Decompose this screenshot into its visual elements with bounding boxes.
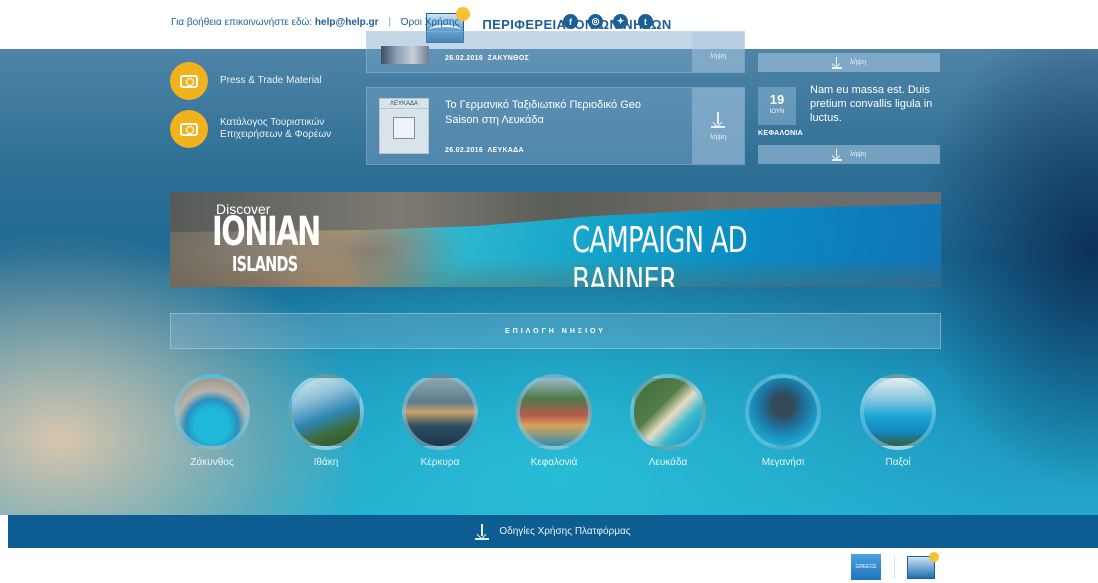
- facebook-icon[interactable]: f: [563, 14, 578, 29]
- download-label: λήψη: [849, 151, 867, 158]
- island-image: [745, 374, 821, 450]
- tourism-catalog-label: Κατάλογος Τουριστικών Επιχειρήσεων & Φορ…: [220, 117, 332, 140]
- island-meganisi[interactable]: Μεγανήσι: [743, 374, 823, 468]
- terms-link[interactable]: Όροι Χρήσης: [401, 17, 459, 28]
- event-date-badge: 19 ΙΟΥΝ: [758, 87, 796, 125]
- download-button[interactable]: λήψη: [692, 32, 744, 72]
- logo-sun: [929, 552, 939, 562]
- event-month: ΙΟΥΝ: [769, 109, 785, 115]
- island-name: Μεγανήσι: [761, 457, 805, 468]
- island-name: Ιθάκη: [313, 457, 339, 468]
- island-image: [174, 374, 250, 450]
- platform-guide-label: Οδηγίες Χρήσης Πλατφόρμας: [499, 526, 631, 537]
- news-thumbnail: [381, 46, 429, 64]
- island-select-bar: ΕΠΙΛΟΓΗ ΝΗΣΙΟΥ: [170, 313, 941, 349]
- news-place: ΛΕΥΚΑΔΑ: [487, 147, 524, 154]
- press-trade-label: Press & Trade Material: [220, 75, 322, 86]
- island-image: [516, 374, 592, 450]
- event-download-button[interactable]: λήψη: [758, 145, 940, 164]
- news-card[interactable]: ΛΕΥΚΑΔΑ Το Γερμανικό Ταξιδιωτικό Περιοδι…: [366, 87, 745, 165]
- news-date: 26.02.2016: [445, 147, 484, 154]
- download-icon: [831, 56, 842, 69]
- island-image: [288, 374, 364, 450]
- banner-ionian: IONIAN: [212, 209, 321, 255]
- news-card[interactable]: 26.02.2016 ΖΑΚΥΝΘΟΣ λήψη: [366, 31, 745, 73]
- island-ithaca[interactable]: Ιθάκη: [286, 374, 366, 468]
- download-label: λήψη: [709, 52, 727, 60]
- help-email-link[interactable]: help@help.gr: [315, 17, 379, 28]
- news-thumbnail: ΛΕΥΚΑΔΑ: [379, 98, 429, 154]
- banner-text: CAMPAIGN AD BANNER: [572, 220, 748, 287]
- platform-guide-bar[interactable]: Οδηγίες Χρήσης Πλατφόρμας: [8, 515, 1098, 548]
- social-links: f ◎ ✦ t: [563, 14, 653, 29]
- island-name: Παξοί: [885, 457, 911, 468]
- download-icon: [831, 148, 842, 161]
- island-zakynthos[interactable]: Ζάκυνθος: [172, 374, 252, 468]
- download-icon: [711, 111, 725, 128]
- download-label: λήψη: [849, 59, 867, 66]
- event-day: 19: [769, 92, 785, 107]
- news-meta: 26.02.2016 ΖΑΚΥΝΘΟΣ: [445, 55, 529, 62]
- tumblr-icon[interactable]: t: [638, 14, 653, 29]
- download-button[interactable]: λήψη: [692, 88, 744, 164]
- help-text: Για βοήθεια επικοινωνήστε εδώ:: [171, 17, 313, 28]
- thumbnail-label: ΛΕΥΚΑΔΑ: [380, 99, 428, 109]
- instagram-icon[interactable]: ◎: [588, 14, 603, 29]
- island-name: Λευκάδα: [648, 457, 688, 468]
- news-meta: 26.02.2016 ΛΕΥΚΑΔΑ: [445, 147, 524, 154]
- footer-help: Για βοήθεια επικοινωνήστε εδώ: help@help…: [171, 17, 459, 28]
- footer-divider: [894, 556, 895, 578]
- island-name: Κέρκυρα: [420, 457, 460, 468]
- camera-icon: [170, 110, 208, 148]
- tourism-catalog-link[interactable]: Κατάλογος Τουριστικών Επιχειρήσεων & Φορ…: [170, 110, 350, 148]
- island-corfu[interactable]: Κέρκυρα: [400, 374, 480, 468]
- greece-badge[interactable]: GREECE: [851, 554, 881, 580]
- island-kefalonia[interactable]: Κεφαλονιά: [514, 374, 594, 468]
- island-image: [630, 374, 706, 450]
- island-select-title: ΕΠΙΛΟΓΗ ΝΗΣΙΟΥ: [505, 327, 606, 335]
- island-name: Κεφαλονιά: [530, 457, 578, 468]
- twitter-icon[interactable]: ✦: [613, 14, 628, 29]
- page: ΠΕΡΙΦΕΡΕΙΑ ΙΟΝΙΩΝ ΝΗΣΩΝ Press & Trade Ma…: [0, 0, 1098, 583]
- banner-islands: ISLANDS: [232, 252, 298, 276]
- camera-icon: [170, 62, 208, 100]
- island-name: Ζάκυνθος: [190, 457, 234, 468]
- news-title[interactable]: Το Γερμανικό Ταξιδιωτικό Περιοδικό Geo S…: [445, 98, 675, 128]
- news-place: ΖΑΚΥΝΘΟΣ: [487, 55, 530, 62]
- footer-region-logo[interactable]: [907, 552, 941, 580]
- event-place: ΚΕΦΑΛΟΝΙΑ: [758, 130, 804, 137]
- island-image: [860, 374, 936, 450]
- event-text[interactable]: Nam eu massa est. Duis pretium convallis…: [810, 83, 942, 125]
- news-date: 26.02.2016: [445, 55, 484, 62]
- thumbnail-image: [393, 117, 415, 139]
- footer-separator: |: [388, 17, 391, 28]
- island-paxoi[interactable]: Παξοί: [858, 374, 938, 468]
- event-download-button[interactable]: λήψη: [758, 53, 940, 72]
- press-trade-link[interactable]: Press & Trade Material: [170, 62, 350, 100]
- island-lefkada[interactable]: Λευκάδα: [628, 374, 708, 468]
- campaign-banner[interactable]: Discover IONIAN ISLANDS CAMPAIGN AD BANN…: [170, 192, 941, 287]
- download-icon: [475, 523, 490, 540]
- download-label: λήψη: [709, 133, 727, 141]
- island-image: [402, 374, 478, 450]
